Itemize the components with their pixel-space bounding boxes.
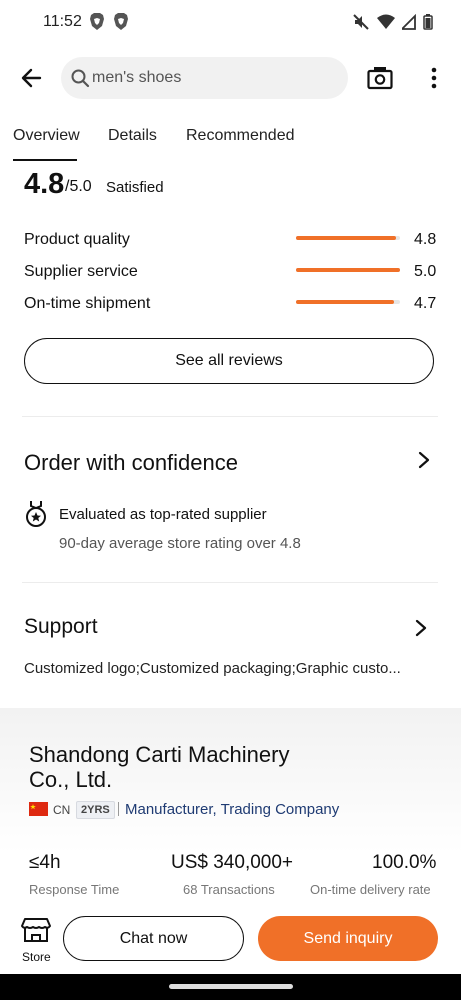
response-time-label: Response Time	[29, 882, 120, 897]
chevron-right-icon[interactable]	[413, 619, 429, 637]
wifi-icon	[377, 14, 395, 29]
metric-bar-fill	[296, 268, 400, 272]
active-tab-indicator	[13, 159, 77, 161]
metric-bar-supplier-service	[296, 268, 400, 272]
metric-bar-fill	[296, 300, 394, 304]
metric-value-on-time-shipment: 4.7	[414, 295, 437, 312]
rating-out-of: /5.0	[65, 178, 92, 195]
divider	[22, 416, 438, 417]
rating-label: Satisfied	[106, 179, 164, 196]
business-type-link[interactable]: Manufacturer, Trading Company	[125, 801, 339, 818]
chat-now-button[interactable]: Chat now	[63, 916, 244, 961]
supplier-name[interactable]: Shandong Carti Machinery Co., Ltd.	[29, 742, 329, 792]
metric-label-on-time-shipment: On-time shipment	[24, 295, 151, 312]
search-query-text: men's shoes	[92, 69, 182, 86]
tab-bar: Overview Details Recommended	[0, 110, 461, 162]
rating-score: 4.8	[24, 168, 65, 200]
battery-icon	[423, 14, 433, 30]
support-description: Customized logo;Customized packaging;Gra…	[24, 660, 401, 677]
metric-bar-on-time-shipment	[296, 300, 400, 304]
metric-label-supplier-service: Supplier service	[24, 263, 138, 280]
store-rating-subtext: 90-day average store rating over 4.8	[59, 535, 301, 552]
search-icon	[71, 69, 90, 88]
transactions-value: US$ 340,000+	[171, 852, 294, 873]
country-code: CN	[53, 803, 71, 817]
chevron-right-icon[interactable]	[416, 451, 432, 469]
see-all-reviews-button[interactable]: See all reviews	[24, 338, 434, 384]
tab-recommended[interactable]: Recommended	[186, 127, 295, 145]
metric-value-supplier-service: 5.0	[414, 263, 437, 280]
china-flag-icon	[29, 802, 48, 816]
metric-label-product-quality: Product quality	[24, 231, 130, 248]
search-input[interactable]: men's shoes	[61, 57, 348, 99]
separator	[118, 802, 119, 816]
metric-bar-fill	[296, 236, 396, 240]
on-time-delivery-value: 100.0%	[372, 852, 437, 873]
order-confidence-title[interactable]: Order with confidence	[24, 450, 238, 476]
mute-icon	[353, 14, 369, 30]
response-time-value: ≤4h	[29, 852, 61, 873]
brave-browser-icon	[114, 13, 128, 30]
brave-browser-icon	[90, 13, 104, 30]
evaluated-top-rated-text: Evaluated as top-rated supplier	[59, 506, 267, 523]
send-inquiry-button[interactable]: Send inquiry	[258, 916, 438, 961]
divider	[22, 582, 438, 583]
back-arrow-icon[interactable]	[18, 64, 46, 92]
store-label: Store	[22, 950, 51, 964]
transactions-label: 68 Transactions	[183, 882, 275, 897]
metric-value-product-quality: 4.8	[414, 231, 437, 248]
tab-overview[interactable]: Overview	[13, 127, 80, 145]
status-time: 11:52	[43, 13, 82, 30]
years-badge: 2YRS	[76, 801, 115, 819]
store-icon	[21, 918, 51, 942]
status-bar: 11:52	[0, 0, 461, 46]
more-options-icon[interactable]	[424, 66, 444, 90]
camera-search-icon[interactable]	[367, 66, 393, 90]
tab-details[interactable]: Details	[108, 127, 157, 145]
home-gesture-pill[interactable]	[169, 984, 293, 989]
top-rated-badge-icon	[26, 501, 46, 527]
support-title[interactable]: Support	[24, 615, 98, 639]
on-time-delivery-label: On-time delivery rate	[310, 882, 431, 897]
metric-bar-product-quality	[296, 236, 400, 240]
signal-icon	[402, 14, 416, 30]
